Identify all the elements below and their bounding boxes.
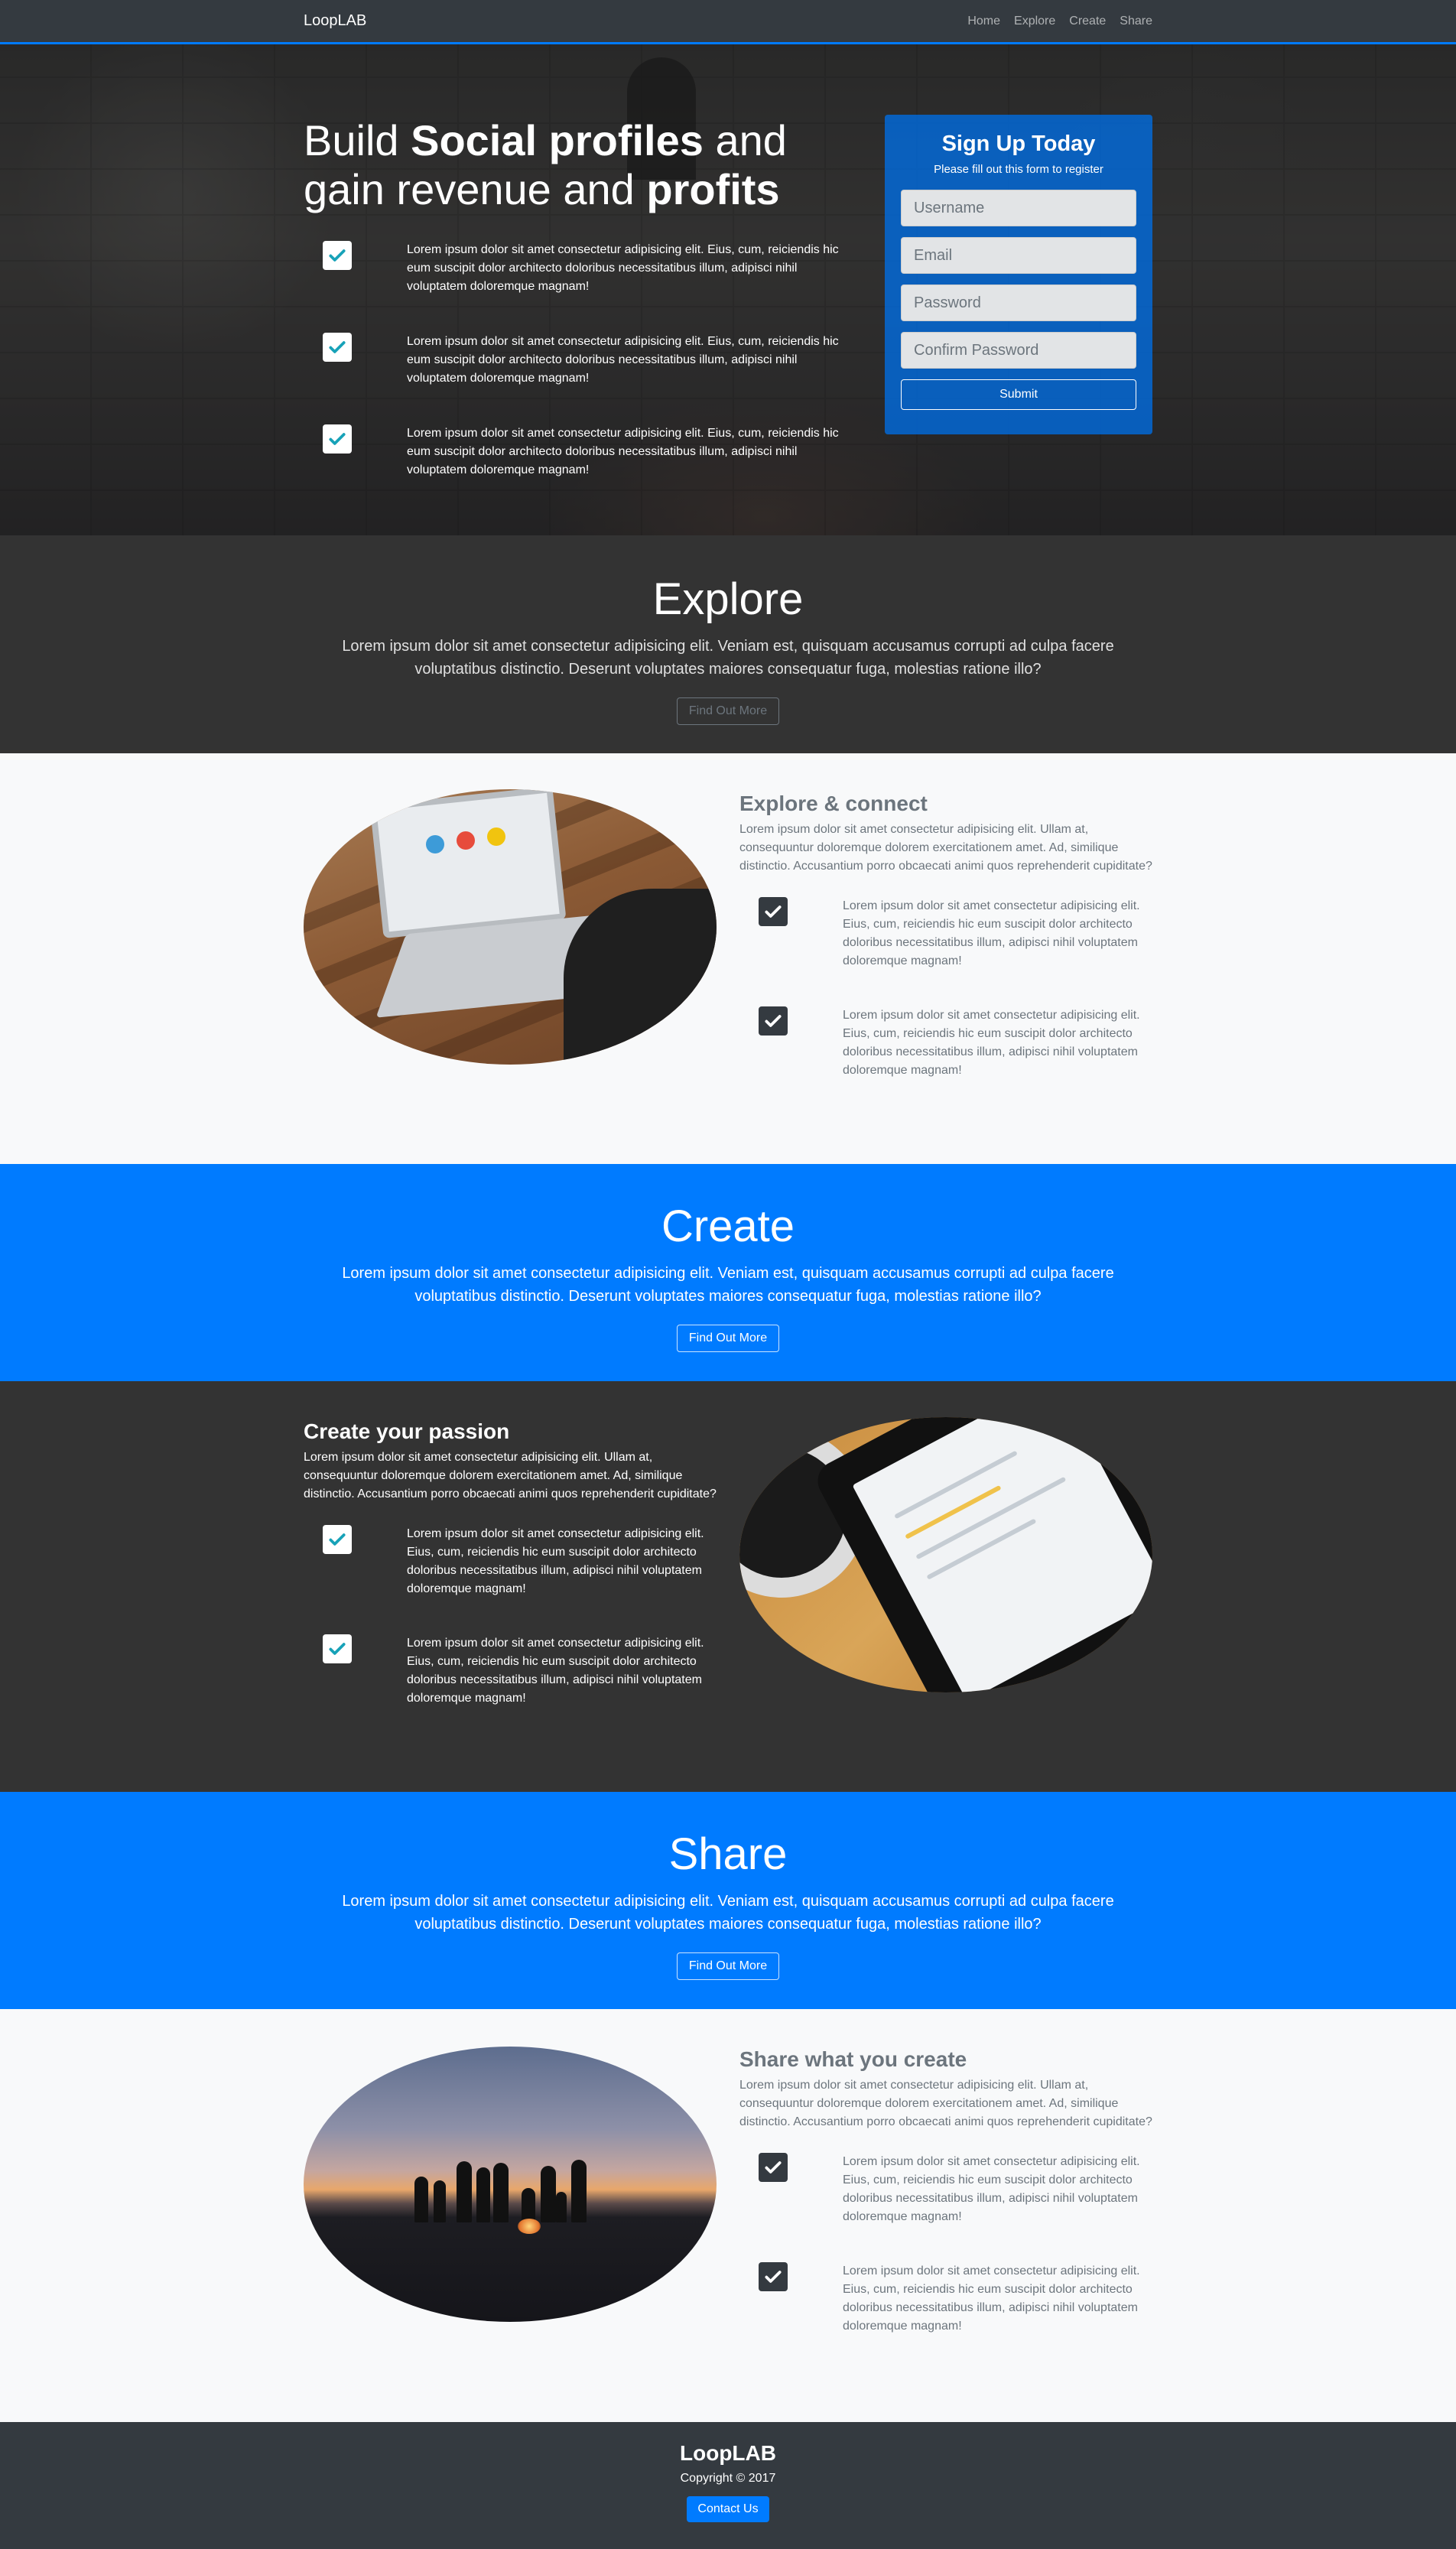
hero-feature-list: Lorem ipsum dolor sit amet consectetur a… bbox=[323, 241, 858, 516]
section-title: Share bbox=[668, 1829, 788, 1879]
share-section: Share Lorem ipsum dolor sit amet consect… bbox=[0, 1792, 1456, 2009]
feature-list: Lorem ipsum dolor sit amet consectetur a… bbox=[739, 897, 1152, 1116]
hero-title: Build Social profiles and gain revenue a… bbox=[304, 116, 787, 213]
feature-list: Lorem ipsum dolor sit amet consectetur a… bbox=[739, 2153, 1152, 2372]
list-item-text: Lorem ipsum dolor sit amet consectetur a… bbox=[843, 1009, 1140, 1077]
list-item: Lorem ipsum dolor sit amet consectetur a… bbox=[739, 1006, 1152, 1116]
nav-link-explore[interactable]: Explore bbox=[1014, 15, 1055, 28]
list-item: Lorem ipsum dolor sit amet consectetur a… bbox=[739, 2262, 1152, 2372]
footer-brand: LoopLAB bbox=[680, 2441, 776, 2465]
password-field[interactable]: Password bbox=[901, 284, 1136, 321]
section-title: Explore bbox=[652, 574, 804, 624]
check-square-icon bbox=[323, 241, 352, 270]
brand-link[interactable]: LoopLAB bbox=[304, 12, 366, 30]
create-section: Create Lorem ipsum dolor sit amet consec… bbox=[0, 1164, 1456, 1381]
list-item-text: Lorem ipsum dolor sit amet consectetur a… bbox=[407, 1527, 704, 1595]
feature-title: Share what you create bbox=[739, 2047, 967, 2071]
section-description: Lorem ipsum dolor sit amet consectetur a… bbox=[342, 1893, 1114, 1933]
feature-intro: Lorem ipsum dolor sit amet consectetur a… bbox=[304, 1451, 717, 1500]
signup-form: Sign Up Today Please fill out this form … bbox=[885, 115, 1152, 434]
nav-link-share[interactable]: Share bbox=[1120, 15, 1152, 28]
list-item-text: Lorem ipsum dolor sit amet consectetur a… bbox=[407, 335, 839, 385]
explore-connect-text: Explore & connect Lorem ipsum dolor sit … bbox=[739, 790, 1152, 1116]
list-item: Lorem ipsum dolor sit amet consectetur a… bbox=[304, 1525, 717, 1634]
tablet-photo bbox=[739, 1417, 1152, 1692]
feature-title: Explore & connect bbox=[739, 792, 928, 815]
share-create-section: Share what you create Lorem ipsum dolor … bbox=[0, 2009, 1456, 2422]
nav-link-home[interactable]: Home bbox=[967, 15, 1000, 28]
check-square-icon bbox=[759, 2262, 788, 2291]
hero-section: Build Social profiles and gain revenue a… bbox=[0, 42, 1456, 535]
list-item-text: Lorem ipsum dolor sit amet consectetur a… bbox=[407, 1637, 704, 1705]
check-square-icon bbox=[323, 1525, 352, 1554]
check-square-icon bbox=[759, 2153, 788, 2182]
list-item-text: Lorem ipsum dolor sit amet consectetur a… bbox=[407, 243, 839, 293]
signup-title: Sign Up Today bbox=[941, 132, 1096, 156]
check-square-icon bbox=[323, 333, 352, 362]
section-title: Create bbox=[661, 1201, 795, 1251]
list-item: Lorem ipsum dolor sit amet consectetur a… bbox=[323, 424, 858, 516]
signup-subtitle: Please fill out this form to register bbox=[934, 163, 1103, 176]
create-passion-text: Create your passion Lorem ipsum dolor si… bbox=[304, 1418, 717, 1744]
explore-connect-section: Explore & connect Lorem ipsum dolor sit … bbox=[0, 753, 1456, 1164]
confirm-password-field[interactable]: Confirm Password bbox=[901, 332, 1136, 369]
nav-links: Home Explore Create Share bbox=[967, 15, 1152, 28]
find-out-more-button[interactable]: Find Out More bbox=[676, 1952, 780, 1980]
list-item: Lorem ipsum dolor sit amet consectetur a… bbox=[739, 2153, 1152, 2262]
share-create-text: Share what you create Lorem ipsum dolor … bbox=[739, 2046, 1152, 2372]
list-item-text: Lorem ipsum dolor sit amet consectetur a… bbox=[407, 427, 839, 476]
list-item: Lorem ipsum dolor sit amet consectetur a… bbox=[304, 1634, 717, 1744]
email-field[interactable]: Email bbox=[901, 237, 1136, 274]
section-description: Lorem ipsum dolor sit amet consectetur a… bbox=[342, 638, 1114, 678]
username-field[interactable]: Username bbox=[901, 190, 1136, 226]
feature-list: Lorem ipsum dolor sit amet consectetur a… bbox=[304, 1525, 717, 1744]
check-square-icon bbox=[759, 897, 788, 926]
feature-title: Create your passion bbox=[304, 1419, 510, 1443]
list-item: Lorem ipsum dolor sit amet consectetur a… bbox=[323, 333, 858, 424]
check-square-icon bbox=[323, 424, 352, 454]
list-item-text: Lorem ipsum dolor sit amet consectetur a… bbox=[843, 2155, 1140, 2223]
list-item: Lorem ipsum dolor sit amet consectetur a… bbox=[323, 241, 858, 333]
check-square-icon bbox=[323, 1634, 352, 1663]
create-passion-section: Create your passion Lorem ipsum dolor si… bbox=[0, 1381, 1456, 1792]
footer-copyright: Copyright © 2017 bbox=[680, 2472, 776, 2485]
nav-link-create[interactable]: Create bbox=[1069, 15, 1106, 28]
feature-intro: Lorem ipsum dolor sit amet consectetur a… bbox=[739, 2079, 1152, 2128]
find-out-more-button[interactable]: Find Out More bbox=[676, 697, 780, 725]
list-item: Lorem ipsum dolor sit amet consectetur a… bbox=[739, 897, 1152, 1006]
navbar: LoopLAB Home Explore Create Share bbox=[0, 0, 1456, 44]
laptop-photo bbox=[304, 789, 717, 1065]
sunset-photo bbox=[304, 2047, 717, 2322]
explore-section: Explore Lorem ipsum dolor sit amet conse… bbox=[0, 535, 1456, 753]
check-square-icon bbox=[759, 1006, 788, 1036]
feature-intro: Lorem ipsum dolor sit amet consectetur a… bbox=[739, 823, 1152, 873]
list-item-text: Lorem ipsum dolor sit amet consectetur a… bbox=[843, 899, 1140, 967]
section-description: Lorem ipsum dolor sit amet consectetur a… bbox=[342, 1265, 1114, 1305]
contact-us-button[interactable]: Contact Us bbox=[687, 2496, 769, 2522]
find-out-more-button[interactable]: Find Out More bbox=[676, 1325, 780, 1352]
footer: LoopLAB Copyright © 2017 Contact Us bbox=[0, 2422, 1456, 2549]
list-item-text: Lorem ipsum dolor sit amet consectetur a… bbox=[843, 2265, 1140, 2333]
submit-button[interactable]: Submit bbox=[901, 379, 1136, 410]
